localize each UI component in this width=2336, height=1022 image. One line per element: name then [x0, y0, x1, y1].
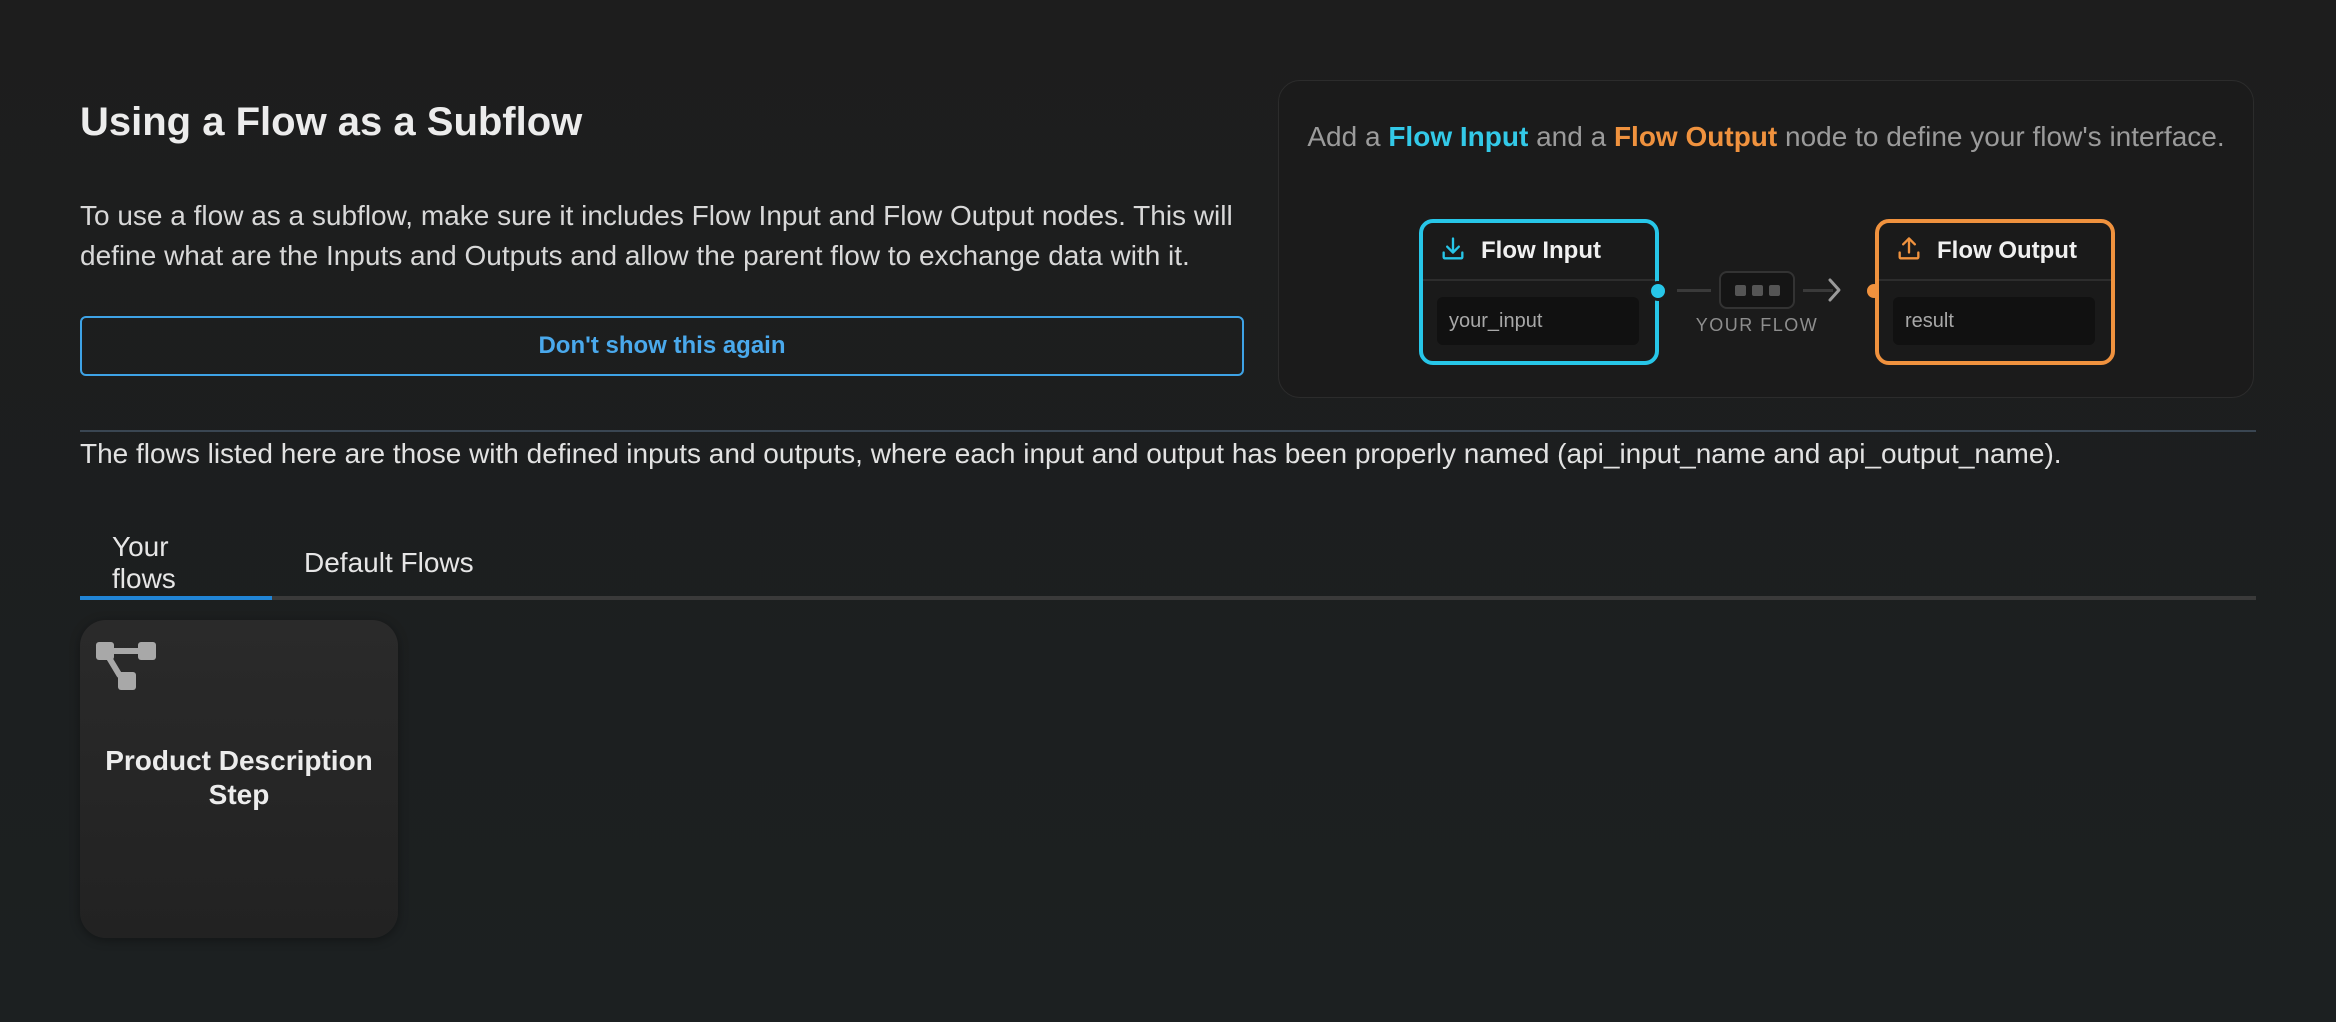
- page-title: Using a Flow as a Subflow: [80, 100, 583, 144]
- divider: [80, 430, 2256, 432]
- tab-your-flows[interactable]: Your flows: [80, 530, 272, 596]
- flow-output-field: result: [1893, 297, 2095, 345]
- arrow-right-icon: [1828, 278, 1841, 302]
- flow-input-node-header: Flow Input: [1423, 223, 1655, 281]
- download-icon: [1439, 235, 1467, 268]
- flow-output-node-header: Flow Output: [1879, 223, 2111, 281]
- caption-flow-input: Flow Input: [1388, 121, 1529, 152]
- flow-dot: [1734, 284, 1746, 296]
- caption-post: node to define your flow's interface.: [1777, 121, 2225, 152]
- subflow-illustration: Add a Flow Input and a Flow Output node …: [1278, 80, 2254, 398]
- caption-pre: Add a: [1307, 121, 1389, 152]
- flows-note: The flows listed here are those with def…: [80, 438, 2062, 469]
- flow-input-title: Flow Input: [1481, 237, 1601, 264]
- flow-input-node: Flow Input your_input: [1419, 219, 1659, 365]
- flow-input-field: your_input: [1437, 297, 1639, 345]
- flow-dot: [1768, 284, 1780, 296]
- flow-output-title: Flow Output: [1937, 237, 2077, 264]
- your-flow-box: [1719, 271, 1795, 309]
- tab-track: [80, 596, 2256, 600]
- intro-text: To use a flow as a subflow, make sure it…: [80, 200, 1233, 271]
- flow-output-node: Flow Output result: [1875, 219, 2115, 365]
- input-port: [1648, 281, 1668, 301]
- illustration-caption: Add a Flow Input and a Flow Output node …: [1279, 117, 2253, 157]
- flow-icon: [96, 642, 156, 690]
- flow-tabs: Your flows Default Flows: [80, 530, 2256, 600]
- upload-icon: [1895, 235, 1923, 268]
- your-flow-label: YOUR FLOW: [1695, 315, 1819, 335]
- flow-card-title: Product Description Step: [105, 745, 373, 810]
- active-tab-indicator: [80, 596, 272, 600]
- flow-card[interactable]: Product Description Step: [80, 620, 398, 938]
- caption-flow-output: Flow Output: [1613, 121, 1778, 152]
- dont-show-again-button[interactable]: Don't show this again: [80, 316, 1244, 376]
- wire-left: [1677, 289, 1711, 292]
- caption-mid: and a: [1528, 121, 1614, 152]
- flow-dot: [1751, 284, 1763, 296]
- subflow-dialog: Using a Flow as a Subflow To use a flow …: [0, 0, 2336, 1022]
- tab-default-flows[interactable]: Default Flows: [272, 530, 506, 596]
